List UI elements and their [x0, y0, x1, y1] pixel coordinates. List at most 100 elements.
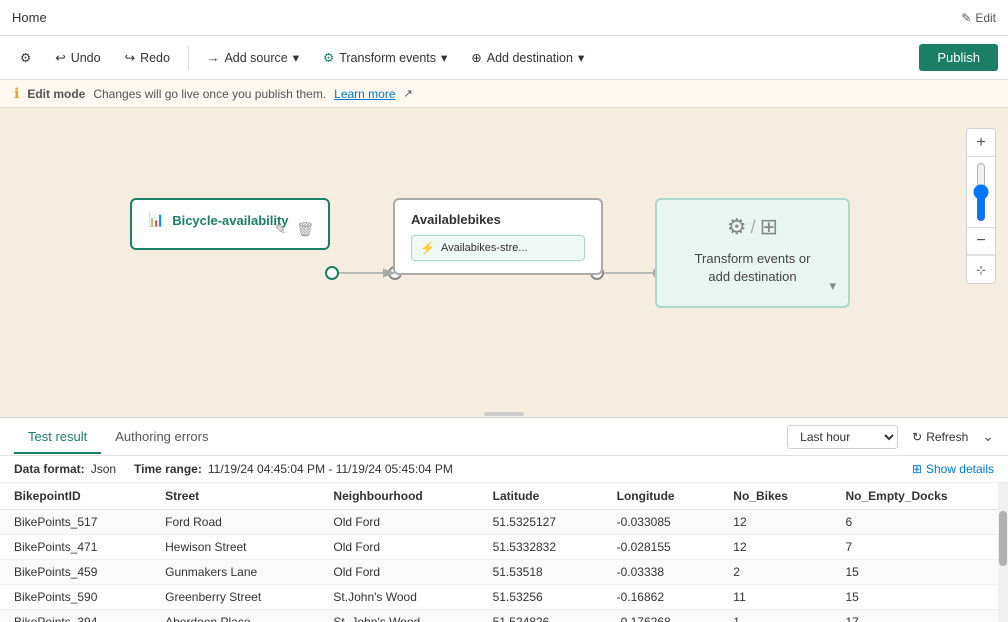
table-cell-1-5: 12 — [719, 535, 831, 560]
edit-node-icon[interactable]: ✎ — [274, 221, 286, 238]
redo-button[interactable]: ↪ Redo — [115, 45, 180, 70]
table-cell-0-6: 6 — [831, 510, 1008, 535]
table-cell-2-0: BikePoints_459 — [0, 560, 151, 585]
add-source-button[interactable]: → Add source ▾ — [197, 45, 309, 70]
table-cell-3-1: Greenberry Street — [151, 585, 319, 610]
destination-node[interactable]: ⚙ / ⊞ Transform events or add destinatio… — [655, 198, 850, 308]
col-header-bikepointid: BikepointID — [0, 483, 151, 510]
export-icon: ⊞ — [760, 214, 778, 240]
table-cell-4-3: 51.524826 — [479, 610, 603, 622]
source-node-actions: ✎ 🗑 — [274, 221, 314, 238]
publish-button[interactable]: Publish — [919, 44, 998, 71]
table-cell-4-5: 1 — [719, 610, 831, 622]
panel-controls: Last hour Last 6 hours Last 24 hours ↻ R… — [787, 425, 994, 449]
table-cell-4-0: BikePoints_394 — [0, 610, 151, 622]
learn-more-link[interactable]: Learn more — [334, 87, 395, 101]
title-bar-left: Home — [12, 10, 47, 25]
table-cell-0-1: Ford Road — [151, 510, 319, 535]
toolbar: ⚙ ↩ Undo ↪ Redo → Add source ▾ ⚙ Transfo… — [0, 36, 1008, 80]
info-message: Changes will go live once you publish th… — [93, 87, 326, 101]
external-link-icon: ↗ — [404, 87, 413, 100]
title-bar-right: ✎ Edit — [961, 11, 996, 25]
edit-mode-label: Edit mode — [27, 87, 85, 101]
transform-icon: ⚙ — [323, 50, 334, 65]
table-cell-2-3: 51.53518 — [479, 560, 603, 585]
table-header-row: BikepointIDStreetNeighbourhoodLatitudeLo… — [0, 483, 1008, 510]
separator — [188, 46, 189, 70]
table-cell-0-0: BikePoints_517 — [0, 510, 151, 535]
table-cell-0-3: 51.5325127 — [479, 510, 603, 535]
scrollbar-thumb[interactable] — [999, 511, 1007, 567]
tab-authoring-errors[interactable]: Authoring errors — [101, 421, 222, 454]
table-cell-3-3: 51.53256 — [479, 585, 603, 610]
add-destination-chevron-icon: ▾ — [578, 50, 584, 65]
source-node: 📊 Bicycle-availability ✎ 🗑 — [130, 198, 330, 250]
show-details-icon: ⊞ — [912, 462, 922, 476]
results-table: BikepointIDStreetNeighbourhoodLatitudeLo… — [0, 483, 1008, 622]
add-source-chevron-icon: ▾ — [293, 50, 299, 65]
stream-icon: ⚡ — [420, 241, 435, 255]
divider-text: / — [751, 217, 756, 238]
redo-icon: ↪ — [125, 50, 135, 65]
table-cell-4-4: -0.176268 — [603, 610, 720, 622]
table-cell-1-6: 7 — [831, 535, 1008, 560]
edit-button[interactable]: ✎ Edit — [961, 11, 996, 25]
add-source-icon: → — [207, 51, 220, 65]
table-cell-3-2: St.John's Wood — [319, 585, 478, 610]
col-header-street: Street — [151, 483, 319, 510]
title-bar: Home ✎ Edit — [0, 0, 1008, 36]
destination-chevron-icon[interactable]: ▾ — [829, 278, 836, 294]
home-title: Home — [12, 10, 47, 25]
zoom-fit-button[interactable]: ⊹ — [967, 255, 995, 283]
settings-icon: ⚙ — [20, 50, 31, 65]
expand-button[interactable]: ⌄ — [982, 428, 994, 445]
col-header-latitude: Latitude — [479, 483, 603, 510]
table-cell-0-2: Old Ford — [319, 510, 478, 535]
info-icon: ℹ — [14, 85, 19, 102]
undo-button[interactable]: ↩ Undo — [45, 45, 110, 70]
zoom-slider[interactable] — [973, 162, 989, 222]
time-range-select[interactable]: Last hour Last 6 hours Last 24 hours — [787, 425, 898, 449]
zoom-out-button[interactable]: − — [967, 227, 995, 255]
refresh-button[interactable]: ↻ Refresh — [906, 427, 974, 447]
panel-drag-handle[interactable] — [484, 412, 524, 416]
table-row: BikePoints_394Aberdeen PlaceSt. John's W… — [0, 610, 1008, 622]
settings-button[interactable]: ⚙ — [10, 45, 41, 70]
table-cell-0-4: -0.033085 — [603, 510, 720, 535]
table-row: BikePoints_517Ford RoadOld Ford51.532512… — [0, 510, 1008, 535]
table-row: BikePoints_590Greenberry StreetSt.John's… — [0, 585, 1008, 610]
zoom-slider-container — [967, 157, 995, 227]
undo-icon: ↩ — [55, 50, 65, 65]
transform-node-title: Availablebikes — [411, 212, 585, 227]
edit-icon: ✎ — [961, 11, 971, 25]
zoom-in-button[interactable]: + — [967, 129, 995, 157]
table-cell-1-0: BikePoints_471 — [0, 535, 151, 560]
table-cell-2-4: -0.03338 — [603, 560, 720, 585]
format-value: Json — [91, 462, 116, 476]
add-destination-button[interactable]: ⊕ Add destination ▾ — [461, 45, 594, 70]
tab-test-result[interactable]: Test result — [14, 421, 101, 454]
table-cell-2-6: 15 — [831, 560, 1008, 585]
table-cell-2-2: Old Ford — [319, 560, 478, 585]
panel-tabs: Test result Authoring errors Last hour L… — [0, 418, 1008, 456]
col-header-longitude: Longitude — [603, 483, 720, 510]
source-node-icon: 📊 — [148, 212, 164, 228]
transform-chevron-icon: ▾ — [441, 50, 447, 65]
scrollbar-track[interactable] — [998, 483, 1008, 622]
data-table: BikepointIDStreetNeighbourhoodLatitudeLo… — [0, 483, 1008, 622]
bottom-panel: Test result Authoring errors Last hour L… — [0, 417, 1008, 622]
canvas: 📊 Bicycle-availability ✎ 🗑 Availablebike… — [0, 108, 1008, 417]
zoom-controls: + − ⊹ — [966, 128, 996, 284]
time-range-label: Time range: — [134, 462, 202, 476]
table-cell-4-1: Aberdeen Place — [151, 610, 319, 622]
table-cell-0-5: 12 — [719, 510, 831, 535]
table-cell-4-2: St. John's Wood — [319, 610, 478, 622]
table-cell-3-4: -0.16862 — [603, 585, 720, 610]
format-label: Data format: — [14, 462, 85, 476]
show-details-button[interactable]: ⊞ Show details — [912, 462, 994, 476]
add-destination-icon: ⊕ — [471, 50, 481, 65]
stream-item[interactable]: ⚡ Availabikes-stre... — [411, 235, 585, 261]
delete-node-icon[interactable]: 🗑 — [296, 221, 314, 238]
transform-events-button[interactable]: ⚙ Transform events ▾ — [313, 45, 457, 70]
table-cell-2-1: Gunmakers Lane — [151, 560, 319, 585]
